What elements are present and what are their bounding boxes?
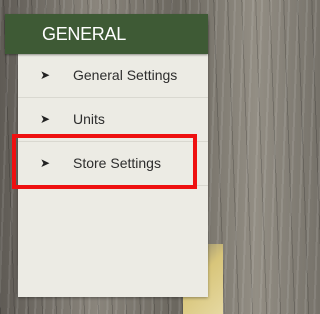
section-header-title: GENERAL xyxy=(42,24,126,44)
menu-item-general-settings[interactable]: ➤ General Settings xyxy=(18,54,208,98)
menu-item-label: Units xyxy=(73,111,105,127)
section-header: GENERAL xyxy=(5,14,208,54)
arrow-right-icon: ➤ xyxy=(40,68,51,82)
highlight-annotation-box xyxy=(12,134,197,189)
arrow-right-icon: ➤ xyxy=(40,112,51,126)
menu-item-label: General Settings xyxy=(73,67,178,83)
